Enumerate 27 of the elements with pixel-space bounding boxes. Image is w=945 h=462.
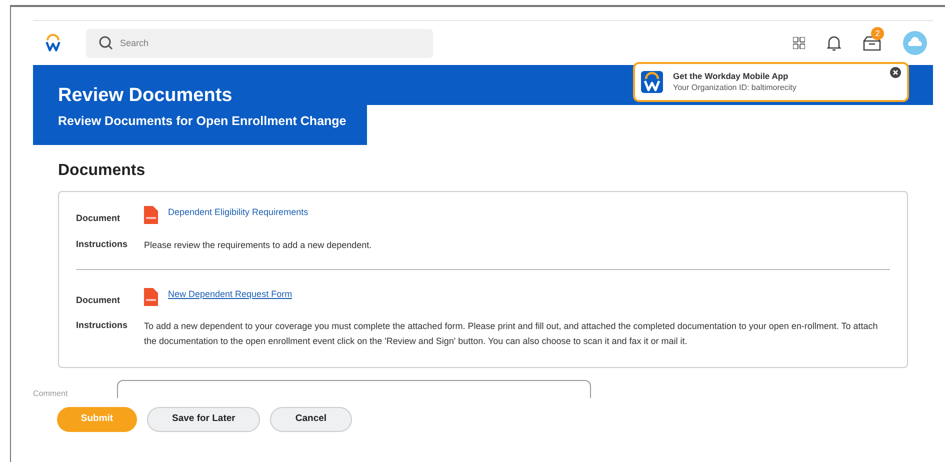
field-label: Instructions	[76, 319, 129, 332]
pdf-file-icon	[144, 288, 158, 306]
document-link[interactable]: New Dependent Request Form	[168, 288, 292, 301]
action-button[interactable]: Cancel	[270, 406, 352, 432]
apps-grid-icon[interactable]	[793, 37, 805, 49]
logo-icon	[43, 32, 63, 54]
comment-label: Comment	[33, 388, 68, 400]
action-button[interactable]: Save for Later	[147, 406, 260, 432]
toast-title: Get the Workday Mobile App	[673, 70, 790, 82]
page-subtitle: Review Documents for Open Enrollment Change	[58, 113, 348, 130]
pdf-file-icon	[144, 206, 158, 224]
app-logo-icon	[641, 71, 663, 93]
field-label: Document	[76, 294, 122, 306]
page-title: Review Documents	[58, 85, 234, 107]
toast-subtitle: Your Organization ID: baltimorecity	[673, 82, 796, 94]
bell-icon[interactable]	[827, 34, 841, 52]
search-field[interactable]: Search	[86, 28, 433, 58]
instructions-text: To add a new dependent to your coverage you must complete the attached form. Please print and fill out, and attached the completed documentation to your open en-rollment. To attach the documentation to the open enrollment event click on the 'Review and Sign' button. You can also choose to scan it and fax it or mail it.	[144, 320, 879, 348]
instructions-text: Please review the requirements to add a new dependent.	[144, 238, 372, 252]
field-label: Instructions	[76, 238, 129, 250]
inbox-icon[interactable]	[863, 35, 881, 51]
field-label: Document	[76, 212, 122, 225]
search-icon	[99, 36, 113, 50]
close-icon[interactable]	[890, 67, 901, 78]
notification-badge: 2	[871, 27, 884, 40]
section-title: Documents	[58, 161, 146, 181]
document-link[interactable]: Dependent Eligibility Requirements	[168, 206, 308, 220]
